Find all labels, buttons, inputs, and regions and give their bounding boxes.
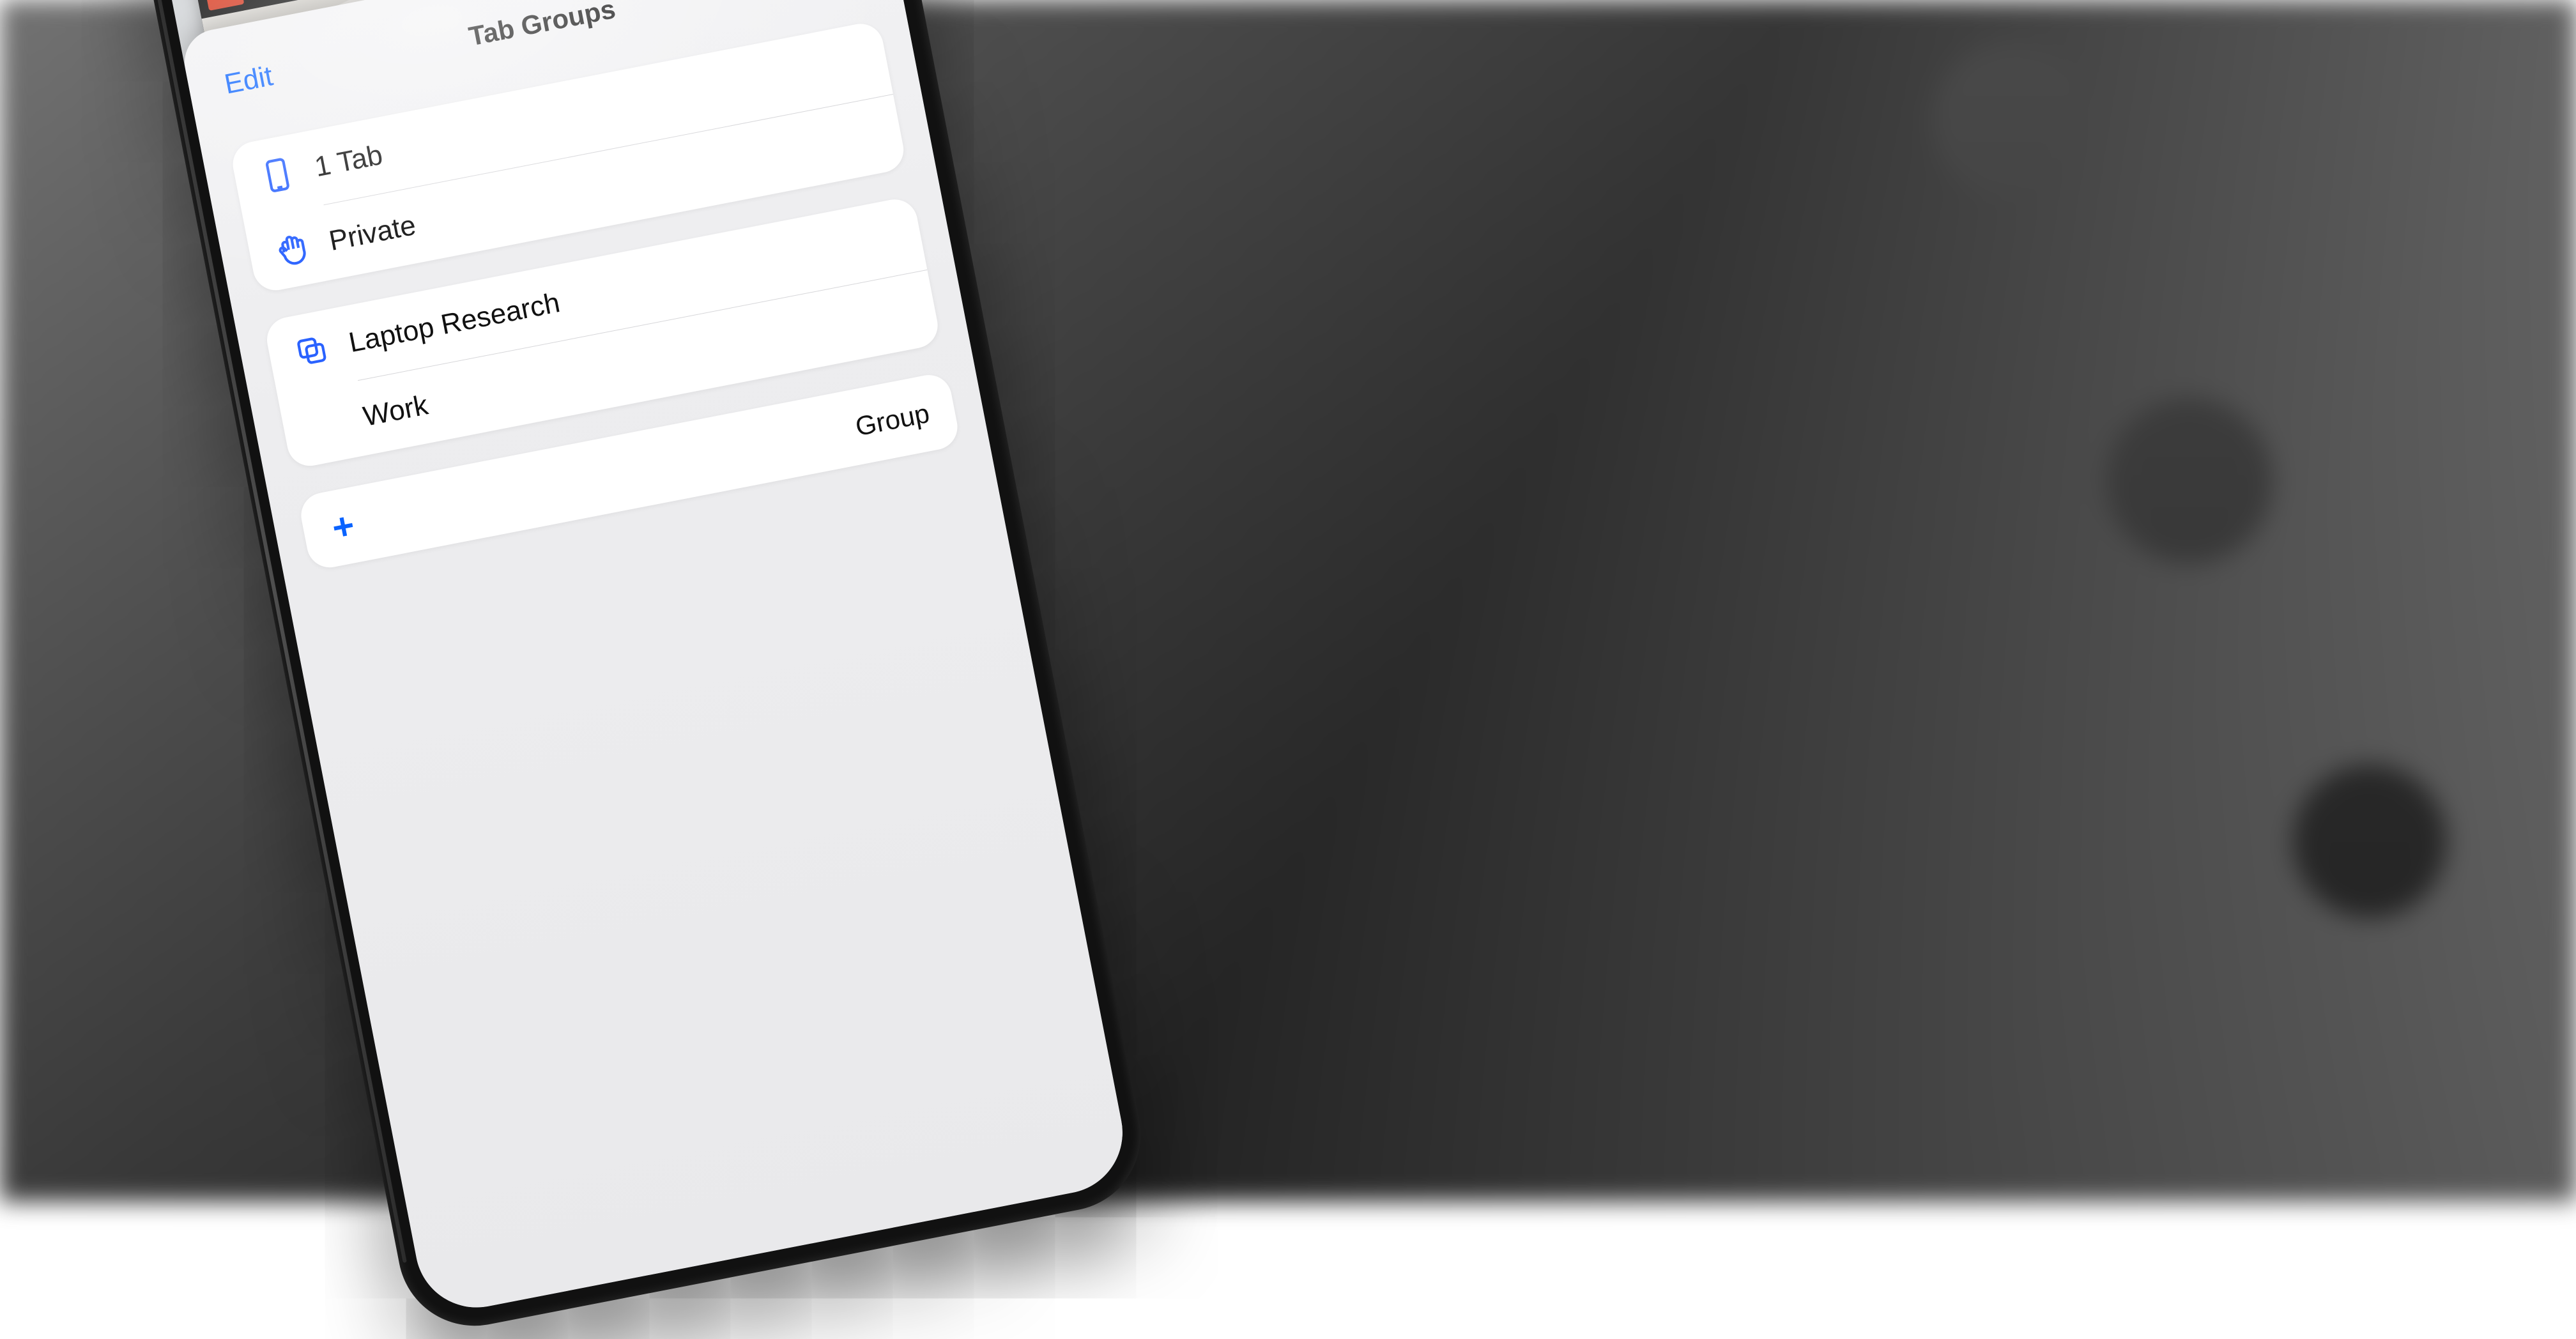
hand-icon — [272, 230, 311, 269]
plus-icon — [327, 510, 360, 544]
site-logo: G — [203, 0, 245, 11]
footer-label: Group — [853, 398, 932, 442]
square-stack-icon — [292, 332, 331, 371]
device-icon — [258, 156, 297, 195]
